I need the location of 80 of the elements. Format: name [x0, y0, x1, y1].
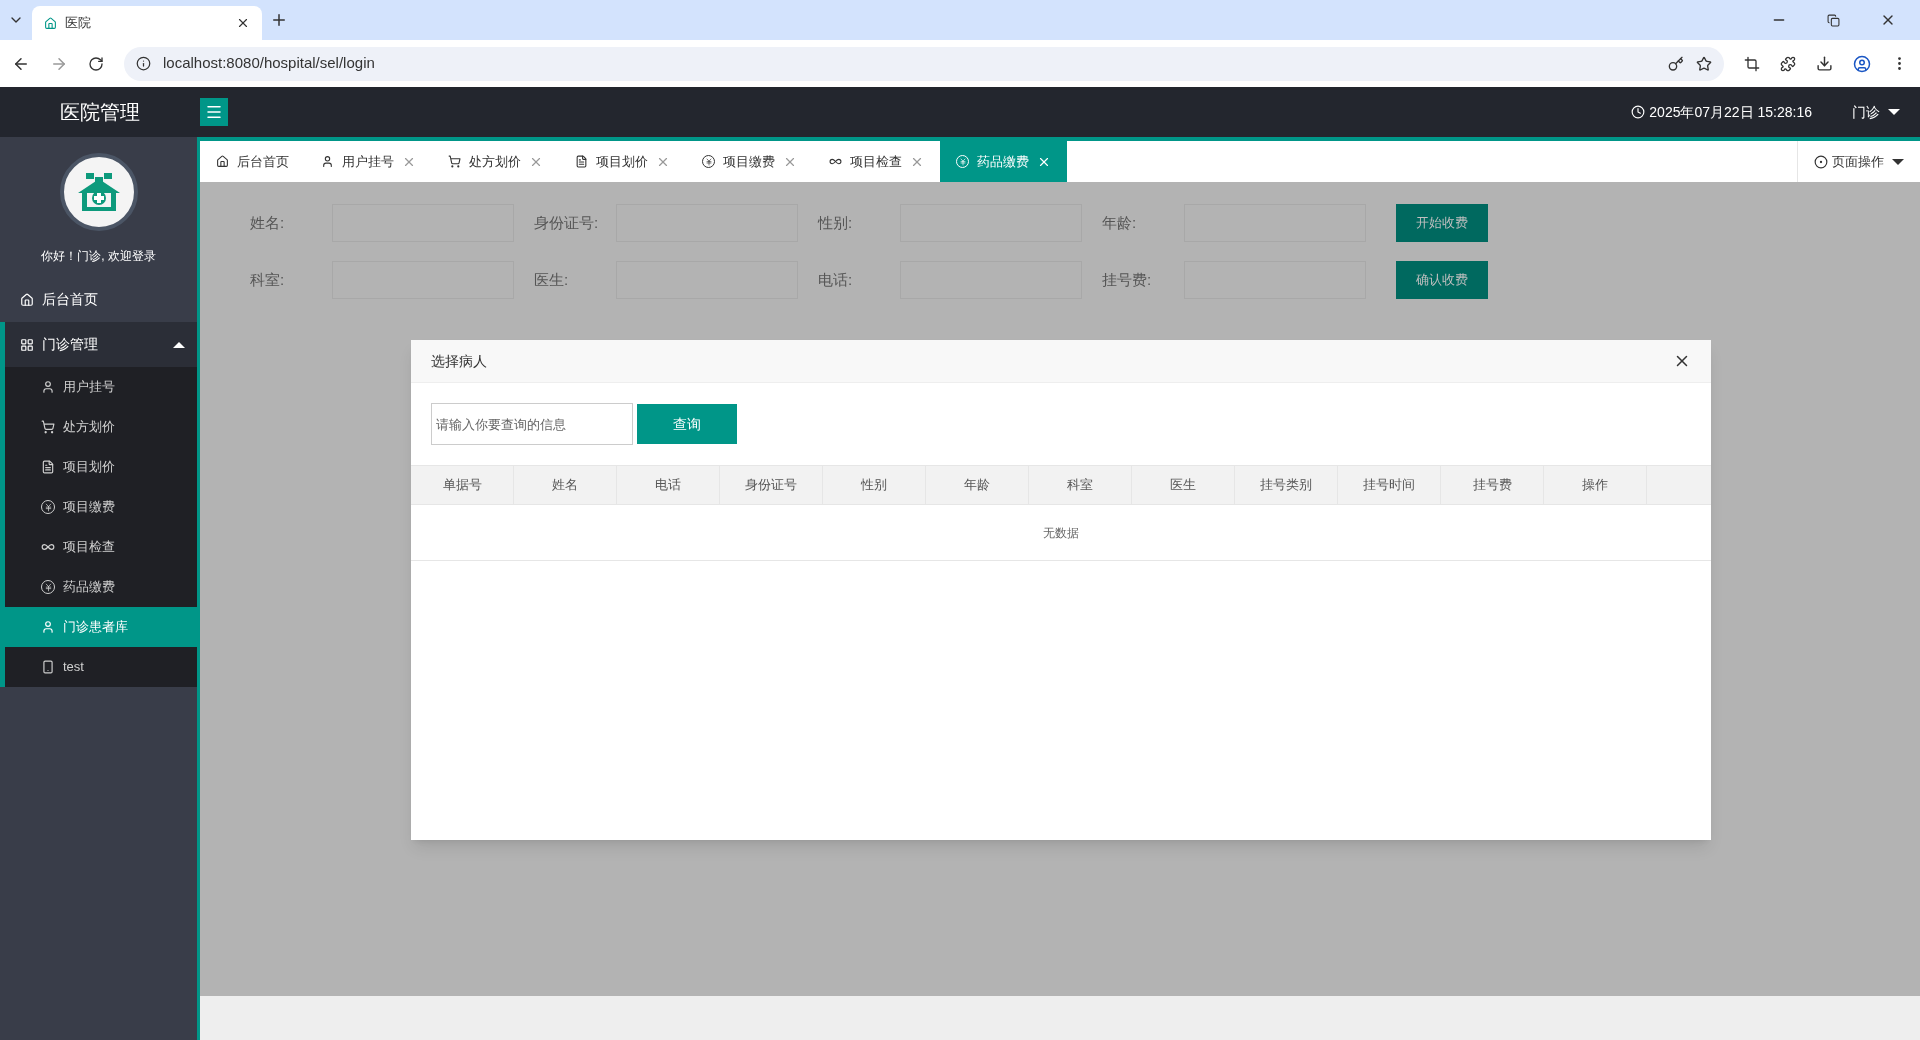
caret-icon — [173, 341, 185, 348]
target-icon — [1814, 154, 1828, 169]
field-label: 姓名: — [250, 212, 286, 233]
sidebar-subitem[interactable]: 门诊患者库 — [5, 607, 197, 647]
new-tab-icon[interactable] — [270, 11, 288, 29]
charge-button[interactable]: 开始收费 — [1396, 204, 1488, 242]
page-tab[interactable]: 项目缴费 — [686, 141, 813, 182]
column-header: 电话 — [617, 466, 720, 504]
crop-icon[interactable] — [1744, 55, 1760, 72]
bookmark-icon[interactable] — [1696, 55, 1712, 72]
sidebar-item[interactable]: 门诊管理 — [5, 322, 197, 367]
restore-icon[interactable] — [1827, 13, 1840, 27]
greeting: 你好！门诊, 欢迎登录 — [41, 248, 156, 265]
dialog-title: 选择病人 — [431, 351, 488, 371]
column-header: 身份证号 — [720, 466, 823, 504]
field-label: 性别: — [818, 212, 854, 233]
column-header: 挂号费 — [1441, 466, 1544, 504]
sidebar-subitem[interactable]: test — [5, 647, 197, 687]
column-header: 医生 — [1132, 466, 1235, 504]
field-label: 年龄: — [1102, 212, 1138, 233]
search-button[interactable]: 查询 — [637, 404, 737, 444]
charge-button[interactable]: 确认收费 — [1396, 261, 1488, 299]
page-tab[interactable]: 药品缴费 — [940, 141, 1067, 182]
cart-icon — [41, 420, 55, 434]
phone-icon — [41, 660, 55, 674]
column-header: 年龄 — [926, 466, 1029, 504]
app-title: 医院管理 — [60, 100, 140, 125]
column-header: 性别 — [823, 466, 926, 504]
user-menu[interactable]: 门诊 — [1852, 101, 1900, 123]
page-tab[interactable]: 项目检查 — [813, 141, 940, 182]
sidebar-subitem[interactable]: 处方划价 — [5, 407, 197, 447]
sidebar-subitem[interactable]: 用户挂号 — [5, 367, 197, 407]
address-bar[interactable]: localhost:8080/hospital/sel/login — [124, 46, 1724, 81]
close-icon[interactable] — [236, 16, 250, 30]
column-header: 科室 — [1029, 466, 1132, 504]
page-tab[interactable]: 项目划价 — [559, 141, 686, 182]
search-field[interactable]: 请输入你要查询的信息 — [431, 403, 633, 445]
home-icon — [216, 155, 229, 168]
column-header: 挂号类别 — [1235, 466, 1338, 504]
user-icon — [41, 620, 55, 634]
home-icon — [20, 292, 34, 307]
page-actions-button[interactable]: 页面操作 — [1797, 141, 1920, 182]
key-icon[interactable] — [1668, 55, 1684, 72]
profile-icon[interactable] — [1853, 54, 1871, 73]
cart-icon — [448, 155, 461, 168]
document-icon — [575, 155, 588, 168]
sidebar-subitem[interactable]: 项目检查 — [5, 527, 197, 567]
menu-toggle-button[interactable] — [200, 98, 228, 126]
datetime: 2025年07月22日 15:28:16 — [1649, 102, 1812, 122]
home-icon — [44, 16, 57, 30]
sidebar-item[interactable]: 后台首页 — [0, 277, 197, 322]
field-label: 身份证号: — [534, 212, 600, 233]
user-icon — [321, 155, 334, 168]
page-tab[interactable]: 用户挂号 — [305, 141, 432, 182]
sidebar-subitem[interactable]: 项目划价 — [5, 447, 197, 487]
extensions-icon[interactable] — [1780, 55, 1796, 72]
page-tab[interactable]: 后台首页 — [200, 141, 305, 182]
column-header: 单据号 — [411, 466, 514, 504]
user-icon — [41, 380, 55, 394]
field-label: 电话: — [818, 269, 854, 290]
grid-icon — [20, 337, 34, 352]
column-header: 姓名 — [514, 466, 617, 504]
site-info-icon[interactable] — [136, 56, 151, 71]
empty-message: 无数据 — [1043, 525, 1079, 542]
document-icon — [41, 460, 55, 474]
column-header: 操作 — [1544, 466, 1647, 504]
field-label: 科室: — [250, 269, 286, 290]
page-tab[interactable]: 处方划价 — [432, 141, 559, 182]
reload-icon[interactable] — [88, 55, 104, 72]
caret-icon — [1888, 109, 1900, 115]
download-icon[interactable] — [1816, 55, 1833, 72]
sidebar-subitem[interactable]: 项目缴费 — [5, 487, 197, 527]
browser-tab[interactable]: 医院 — [32, 6, 262, 40]
column-header: 挂号时间 — [1338, 466, 1441, 504]
field-label: 医生: — [534, 269, 570, 290]
clock-icon — [1631, 105, 1646, 119]
field-label: 挂号费: — [1102, 269, 1153, 290]
menu-icon — [205, 103, 223, 121]
caret-icon — [1892, 158, 1904, 165]
sidebar-subitem[interactable]: 药品缴费 — [5, 567, 197, 607]
